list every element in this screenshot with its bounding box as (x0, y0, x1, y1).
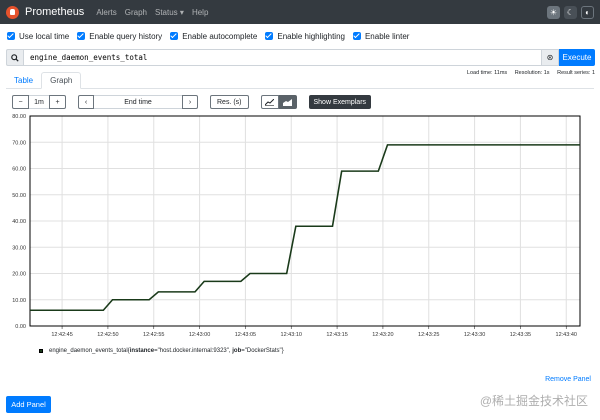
dark-theme-icon[interactable]: ☾ (564, 5, 577, 19)
range-input[interactable]: 1m (29, 95, 49, 109)
graph-controls: − 1m + ‹ End time › Res. (s) Show Exempl… (12, 95, 600, 109)
checkbox-icon[interactable] (77, 32, 86, 40)
show-exemplars-button[interactable]: Show Exemplars (308, 95, 372, 109)
y-tick-label: 10.00 (12, 298, 26, 304)
chevron-left-icon[interactable]: ‹ (78, 95, 94, 109)
navbar: Prometheus Alerts Graph Status ▾ Help ☀ … (0, 0, 600, 24)
option-label: Enable autocomplete (182, 31, 258, 41)
query-history-option[interactable]: Enable query history (77, 32, 162, 41)
end-time-control: ‹ End time › (78, 95, 198, 109)
x-tick-label: 12:42:55 (143, 332, 164, 338)
tab-table[interactable]: Table (6, 72, 41, 88)
watermark: @稀土掘金技术社区 (480, 392, 588, 409)
option-label: Enable linter (364, 31, 410, 41)
legend-label-value: ="host.docker.internal:9323" (154, 348, 229, 354)
checkbox-icon[interactable] (265, 32, 274, 40)
checkbox-icon[interactable] (352, 32, 361, 40)
chart-type-toggle (260, 95, 297, 109)
use-local-time-option[interactable]: Use local time (7, 32, 69, 41)
increase-range-button[interactable]: + (49, 95, 66, 109)
x-tick-label: 12:43:40 (556, 332, 577, 338)
decrease-range-button[interactable]: − (12, 95, 29, 109)
add-panel-button[interactable]: Add Panel (6, 396, 51, 413)
legend-label-key: instance (129, 348, 155, 354)
watermark-text: @稀土掘金技术社区 (479, 394, 588, 408)
y-tick-label: 80.00 (12, 114, 26, 120)
options-bar: Use local time Enable query history Enab… (0, 24, 600, 48)
legend-metric: engine_daemon_events_total (49, 348, 128, 354)
chevron-right-icon[interactable]: › (182, 95, 198, 109)
x-tick-label: 12:43:30 (464, 332, 485, 338)
brand-title[interactable]: Prometheus (25, 6, 84, 18)
stacked-chart-icon[interactable] (278, 95, 297, 109)
option-label: Use local time (19, 31, 70, 41)
y-tick-label: 0.00 (15, 324, 26, 330)
y-tick-label: 70.00 (12, 140, 26, 146)
execute-button[interactable]: Execute (559, 49, 595, 66)
prometheus-logo-icon[interactable] (6, 5, 19, 19)
query-row: engine_daemon_events_total ⊛ Execute (6, 49, 595, 66)
linter-option[interactable]: Enable linter (352, 31, 410, 41)
legend-label-key: job (232, 348, 242, 354)
x-tick-label: 12:43:35 (510, 332, 531, 338)
option-label: Enable query history (89, 31, 163, 41)
nav-status[interactable]: Status ▾ (155, 8, 184, 17)
theme-switcher: ☀ ☾ ◐ (547, 5, 594, 19)
y-tick-label: 60.00 (12, 167, 26, 173)
checkbox-icon[interactable] (7, 32, 15, 40)
x-tick-label: 12:43:15 (326, 332, 347, 338)
x-tick-label: 12:42:45 (51, 332, 72, 338)
result-series-stat: Result series: 1 (557, 70, 595, 76)
autocomplete-option[interactable]: Enable autocomplete (170, 32, 257, 41)
highlighting-option[interactable]: Enable highlighting (265, 32, 345, 41)
load-time: Load time: 11ms (466, 70, 508, 76)
resolution-input[interactable]: Res. (s) (210, 95, 249, 109)
x-tick-label: 12:43:10 (281, 332, 302, 338)
nav-graph[interactable]: Graph (125, 8, 147, 17)
light-theme-icon[interactable]: ☀ (547, 5, 560, 19)
y-tick-label: 40.00 (12, 219, 26, 225)
y-tick-label: 50.00 (12, 193, 26, 199)
series-line (30, 144, 580, 312)
x-tick-label: 12:42:50 (97, 332, 118, 338)
legend-item[interactable]: engine_daemon_events_total{instance ="hos… (39, 348, 284, 354)
x-tick-label: 12:43:20 (372, 332, 393, 338)
expression-input[interactable]: engine_daemon_events_total (23, 49, 542, 66)
graph-chart: 0.00 10.00 20.00 30.00 40.00 50.00 60.00 70.00 8… (12, 114, 581, 338)
y-tick-label: 30.00 (12, 245, 26, 251)
auto-theme-icon[interactable]: ◐ (581, 5, 594, 19)
resolution-stat: Resolution: 1s (514, 70, 550, 76)
remove-panel-link[interactable]: Remove Panel (545, 376, 591, 383)
x-tick-label: 12:43:00 (189, 332, 210, 338)
chevron-down-icon: ▾ (179, 7, 184, 17)
x-tick-label: 12:43:05 (235, 332, 256, 338)
nav-alerts[interactable]: Alerts (96, 8, 116, 17)
line-chart-icon[interactable] (260, 95, 279, 109)
checkbox-icon[interactable] (170, 32, 179, 40)
tab-graph[interactable]: Graph (41, 72, 82, 89)
range-control: − 1m + (12, 95, 66, 109)
option-label: Enable highlighting (277, 31, 345, 41)
search-icon (6, 49, 23, 66)
format-expression-icon[interactable]: ⊛ (542, 49, 559, 66)
y-tick-label: 20.00 (12, 272, 26, 278)
nav-status-label: Status (155, 7, 178, 17)
legend-swatch (39, 349, 43, 353)
legend-label-value: ="DockerStats"} (241, 348, 284, 354)
end-time-input[interactable]: End time (94, 95, 182, 109)
x-tick-label: 12:43:25 (418, 332, 439, 338)
nav-help[interactable]: Help (192, 8, 208, 17)
